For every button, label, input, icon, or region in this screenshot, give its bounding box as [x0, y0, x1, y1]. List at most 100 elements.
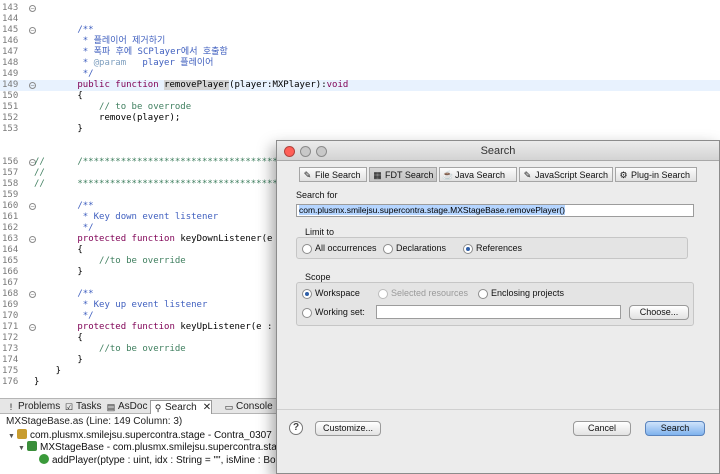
- code-text: }: [34, 355, 82, 366]
- tab-label: File Search: [315, 170, 361, 180]
- radio-circle: [463, 244, 473, 254]
- declarations-radio[interactable]: Declarations: [383, 243, 446, 254]
- problems-icon: !: [9, 402, 13, 412]
- tab-label: Problems: [18, 401, 61, 412]
- code-line[interactable]: 146 * 플레이어 제거하기: [0, 36, 720, 47]
- tab-console[interactable]: ▭ Console: [222, 400, 273, 414]
- radio-label: All occurrences: [315, 243, 377, 253]
- choose-button[interactable]: Choose...: [629, 305, 689, 320]
- code-line[interactable]: 150 {: [0, 91, 720, 102]
- line-number: 153: [2, 124, 19, 134]
- working-set-input[interactable]: [376, 305, 621, 319]
- code-text: * 플레이어 제거하기: [34, 36, 166, 47]
- code-line[interactable]: 147 * 폭파 후에 SCPlayer에서 호출함: [0, 47, 720, 58]
- all-occurrences-radio[interactable]: All occurrences: [302, 243, 377, 254]
- dialog-titlebar: Search: [277, 141, 719, 161]
- line-number: 158: [2, 179, 19, 189]
- tab-javascript-search[interactable]: ✎ JavaScript Search: [519, 167, 613, 182]
- code-text: * 폭파 후에 SCPlayer에서 호출함: [34, 47, 228, 58]
- fold-toggle-icon[interactable]: –: [29, 5, 36, 12]
- tree-row[interactable]: ▼ MXStageBase - com.plusmx.smilejsu.super…: [18, 441, 288, 455]
- search-dialog: Search ✎ File Search ▦ FDT Search ☕ Java Sear…: [276, 140, 720, 474]
- code-text: /**: [34, 289, 93, 300]
- expand-toggle-icon[interactable]: ▼: [18, 443, 27, 455]
- tab-tasks[interactable]: ☑ Tasks: [62, 400, 102, 414]
- code-token: }: [34, 124, 83, 134]
- expand-toggle-icon[interactable]: ▼: [8, 431, 17, 443]
- code-line[interactable]: 149– public function removePlayer(player…: [0, 80, 720, 91]
- code-token: keyDownListener(e :: [180, 234, 289, 244]
- radio-label: References: [476, 243, 523, 253]
- line-number: 150: [2, 91, 19, 101]
- code-text: //to be override: [34, 344, 186, 355]
- close-tab-icon[interactable]: ✕: [203, 402, 211, 413]
- code-text: {: [34, 333, 82, 344]
- line-number: 148: [2, 58, 19, 68]
- radio-circle: [302, 244, 312, 254]
- search-icon: ⚲: [154, 403, 162, 413]
- tab-plug-in-search[interactable]: ⚙ Plug-in Search: [615, 167, 697, 182]
- code-line[interactable]: 153 }: [0, 124, 720, 135]
- scope-label: Scope: [305, 272, 331, 282]
- code-text: // to be overrode: [34, 102, 191, 113]
- line-number: 156: [2, 157, 19, 167]
- radio-circle: [302, 289, 312, 299]
- customize-button[interactable]: Customize...: [315, 421, 381, 436]
- tab-file-search[interactable]: ✎ File Search: [299, 167, 367, 182]
- code-text: {: [34, 91, 82, 102]
- line-number: 149: [2, 69, 19, 79]
- code-token: * 폭파 후에 SCPlayer에서 호출함: [34, 47, 228, 57]
- dialog-divider: [277, 409, 719, 410]
- code-text: }: [34, 377, 39, 388]
- search-submit-button[interactable]: Search: [645, 421, 705, 436]
- tab-label: FDT Search: [385, 170, 434, 180]
- code-line[interactable]: 149 */: [0, 69, 720, 80]
- line-number: 165: [2, 256, 19, 266]
- tab-search[interactable]: ⚲ Search ✕: [150, 400, 213, 414]
- code-text: }: [34, 366, 61, 377]
- code-text: * Key up event listener: [34, 300, 208, 311]
- line-number: 157: [2, 168, 19, 178]
- code-line[interactable]: 145– /**: [0, 25, 720, 36]
- tab-label: Plug-in Search: [631, 170, 691, 180]
- code-text: }: [34, 124, 83, 135]
- code-token: removePlayer: [164, 80, 230, 90]
- code-token: public function: [77, 80, 165, 90]
- code-token: protected function: [77, 322, 181, 332]
- radio-label: Enclosing projects: [491, 288, 565, 298]
- code-line[interactable]: 143 –: [0, 3, 720, 14]
- tab-label: Java Search: [455, 170, 506, 180]
- search-string-input[interactable]: com.plusmx.smilejsu.supercontra.stage.MX…: [296, 204, 694, 217]
- line-number: 163: [2, 234, 19, 244]
- line-number: 151: [2, 102, 19, 112]
- tab-java-search[interactable]: ☕ Java Search: [439, 167, 517, 182]
- code-line[interactable]: 152 remove(player);: [0, 113, 720, 124]
- search-for-label: Search for: [296, 190, 338, 200]
- line-number: 160: [2, 201, 19, 211]
- line-number: 171: [2, 322, 19, 332]
- line-number: 169: [2, 300, 19, 310]
- plugin-search-icon: ⚙: [619, 170, 628, 180]
- code-line[interactable]: 151 // to be overrode: [0, 102, 720, 113]
- workspace-radio[interactable]: Workspace: [302, 288, 360, 299]
- enclosing-projects-radio[interactable]: Enclosing projects: [478, 288, 565, 299]
- line-number: 164: [2, 245, 19, 255]
- tab-problems[interactable]: ! Problems: [4, 400, 61, 414]
- line-number: 144: [2, 14, 19, 24]
- tab-fdt-search[interactable]: ▦ FDT Search: [369, 167, 437, 182]
- radio-circle: [478, 289, 488, 299]
- line-number: 176: [2, 377, 19, 387]
- references-radio[interactable]: References: [463, 243, 523, 254]
- cancel-button[interactable]: Cancel: [573, 421, 631, 436]
- line-number: 167: [2, 278, 19, 288]
- code-text: */: [34, 69, 94, 80]
- code-line[interactable]: 144: [0, 14, 720, 25]
- line-number: 143: [2, 3, 19, 13]
- help-icon[interactable]: ?: [289, 421, 303, 435]
- tree-label: MXStageBase - com.plusmx.smilejsu.superc…: [40, 442, 288, 453]
- tab-asdoc[interactable]: ▤ AsDoc: [104, 400, 148, 414]
- code-token: *: [34, 58, 94, 68]
- code-line[interactable]: 148 * @param player 플레이어: [0, 58, 720, 69]
- working-set-radio[interactable]: Working set:: [302, 307, 365, 318]
